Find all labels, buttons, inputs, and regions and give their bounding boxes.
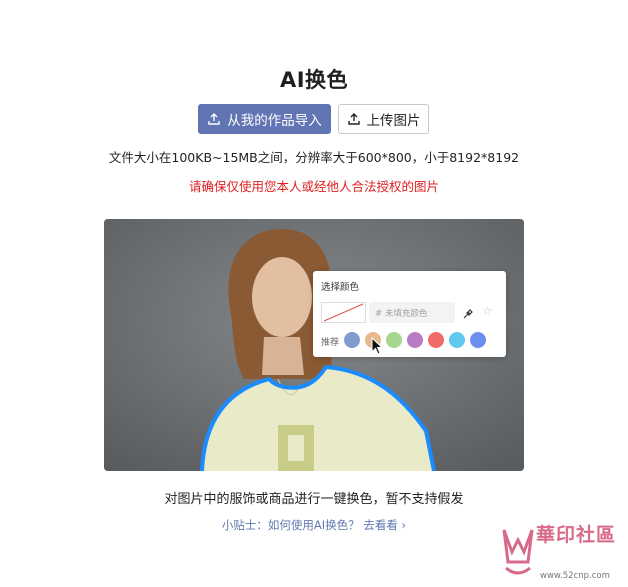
- swatch-purple[interactable]: [407, 332, 423, 348]
- watermark-url: www.52cnp.com: [540, 571, 610, 581]
- swatch-cyan[interactable]: [449, 332, 465, 348]
- cursor-arrow-icon: [371, 337, 384, 355]
- hex-color-input[interactable]: # 未填充颜色: [369, 302, 455, 323]
- upload-icon: [347, 112, 361, 126]
- swatch-red[interactable]: [428, 332, 444, 348]
- file-requirements-text: 文件大小在100KB~15MB之间，分辨率大于600*800，小于8192*81…: [108, 150, 520, 165]
- color-picker-title: 选择颜色: [321, 282, 360, 293]
- upload-button-label: 上传图片: [366, 113, 421, 129]
- import-from-works-button[interactable]: 从我的作品导入: [198, 104, 331, 134]
- eyedropper-icon[interactable]: [462, 305, 474, 324]
- star-icon[interactable]: ☆: [482, 304, 493, 318]
- upload-icon: [207, 112, 221, 126]
- upload-image-button[interactable]: 上传图片: [338, 104, 429, 134]
- swatch-royal-blue[interactable]: [470, 332, 486, 348]
- swatch-green[interactable]: [386, 332, 402, 348]
- recommended-label: 推荐: [321, 338, 340, 348]
- import-button-label: 从我的作品导入: [227, 113, 322, 129]
- watermark-logo-icon: [502, 529, 534, 575]
- feature-caption: 对图片中的服饰或商品进行一键换色，暂不支持假发: [164, 492, 464, 507]
- color-picker-panel: 选择颜色 # 未填充颜色 ☆ 推荐: [313, 271, 506, 357]
- swatch-blue[interactable]: [344, 332, 360, 348]
- current-color-swatch[interactable]: [321, 302, 366, 323]
- authorization-warning: 请确保仅使用您本人或经他人合法授权的图片: [188, 179, 439, 194]
- watermark-text: 華印社區: [536, 524, 617, 546]
- page-title: AI换色: [279, 68, 349, 92]
